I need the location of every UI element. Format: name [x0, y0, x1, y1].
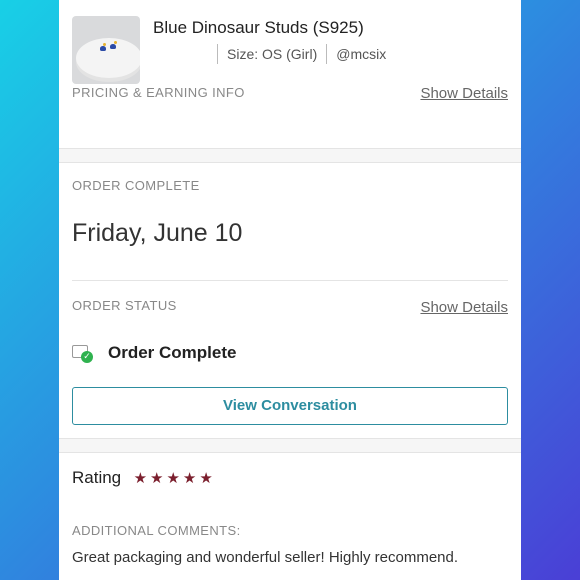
order-complete-date: Friday, June 10 [72, 219, 243, 247]
order-status-text: Order Complete [108, 343, 237, 362]
rating-label: Rating [72, 468, 122, 487]
check-icon: ✓ [81, 351, 93, 363]
order-complete-heading: ORDER COMPLETE [72, 178, 200, 193]
seller-username[interactable]: @mcsix [336, 46, 386, 62]
product-summary: Blue Dinosaur Studs (S925) Size: OS (Gir… [72, 16, 508, 86]
dish-image [76, 38, 140, 78]
pricing-label: PRICING & EARNING INFO [72, 85, 245, 100]
order-status-row: ORDER STATUS Show Details [72, 298, 508, 318]
order-complete-label: ORDER COMPLETE [72, 177, 508, 195]
product-meta: Size: OS (Girl) @mcsix [153, 44, 386, 64]
divider [326, 44, 328, 64]
product-size: Size: OS (Girl) [227, 46, 318, 62]
rating-row: Rating ★★★★★ [72, 468, 508, 488]
section-gap [59, 148, 521, 163]
package-check-icon: ✓ [72, 343, 94, 363]
section-gap [59, 438, 521, 453]
pricing-row: PRICING & EARNING INFO Show Details [72, 85, 508, 105]
order-status-show-details-link[interactable]: Show Details [420, 299, 508, 316]
stud-shape [100, 46, 106, 51]
view-conversation-button[interactable]: View Conversation [72, 387, 508, 425]
additional-comments-label: ADDITIONAL COMMENTS: [72, 523, 241, 538]
order-status-indicator: ✓ Order Complete [72, 343, 508, 363]
product-thumbnail[interactable] [72, 16, 140, 84]
stud-shape [110, 44, 116, 49]
divider [72, 280, 508, 281]
additional-comments-text: Great packaging and wonderful seller! Hi… [72, 549, 459, 566]
order-status-label: ORDER STATUS [72, 298, 177, 313]
stud-accent [103, 43, 106, 46]
stud-accent [114, 41, 117, 44]
order-complete-date-row: Friday, June 10 [72, 219, 508, 248]
pricing-show-details-link[interactable]: Show Details [420, 85, 508, 102]
comments-text-row: Great packaging and wonderful seller! Hi… [72, 549, 508, 567]
rating-stars: ★★★★★ [133, 469, 216, 487]
comments-label-row: ADDITIONAL COMMENTS: [72, 522, 508, 540]
divider [217, 44, 218, 64]
order-details-panel: Blue Dinosaur Studs (S925) Size: OS (Gir… [59, 0, 521, 580]
product-title[interactable]: Blue Dinosaur Studs (S925) [153, 18, 364, 38]
